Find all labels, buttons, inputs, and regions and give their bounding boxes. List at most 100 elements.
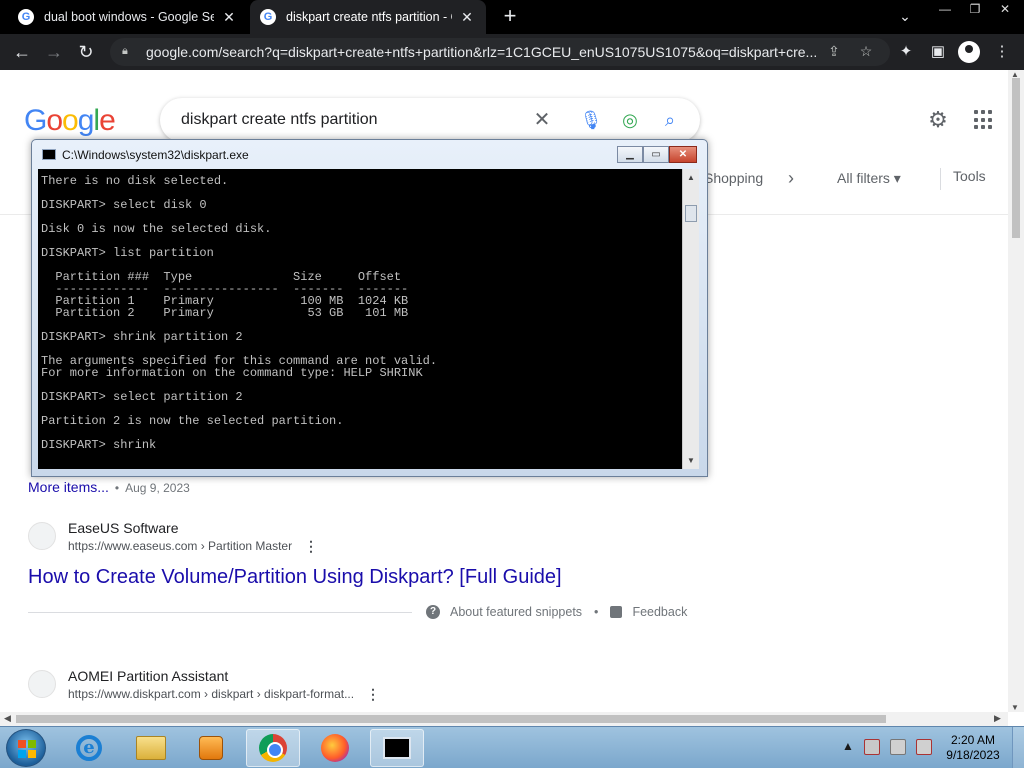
google-logo[interactable]: Google bbox=[24, 104, 116, 138]
action-center-flag-icon[interactable] bbox=[863, 739, 880, 755]
url-text[interactable]: google.com/search?q=diskpart+create+ntfs… bbox=[146, 44, 826, 60]
result-site-name[interactable]: EaseUS Software bbox=[68, 520, 179, 536]
taskbar-firefox[interactable] bbox=[308, 729, 362, 767]
taskbar-file-explorer[interactable] bbox=[124, 729, 178, 767]
show-desktop-button[interactable] bbox=[1012, 727, 1024, 768]
console-app-icon[interactable] bbox=[42, 149, 56, 160]
console-window-title: C:\Windows\system32\diskpart.exe bbox=[62, 148, 249, 162]
console-minimize-button[interactable]: ▁ bbox=[617, 146, 643, 163]
console-maximize-button[interactable]: ▭ bbox=[643, 146, 669, 163]
result-date: Aug 9, 2023 bbox=[125, 481, 190, 495]
page-vertical-scrollbar[interactable]: ▲ ▼ bbox=[1008, 70, 1024, 712]
easeus-site-icon[interactable] bbox=[28, 522, 56, 550]
console-close-button[interactable]: ✕ bbox=[669, 146, 697, 163]
clear-search-icon[interactable]: ✕ bbox=[530, 108, 554, 132]
google-apps-icon[interactable] bbox=[974, 110, 994, 130]
google-favicon-icon: G bbox=[260, 9, 276, 25]
lens-search-icon[interactable]: ◎ bbox=[618, 108, 642, 132]
featured-snippet-footer: ? About featured snippets • Feedback bbox=[426, 605, 687, 619]
media-player-icon bbox=[199, 736, 223, 760]
taskbar-internet-explorer[interactable]: e bbox=[62, 729, 116, 767]
taskbar-diskpart-console[interactable] bbox=[370, 729, 424, 767]
tab-title: dual boot windows - Google Sea bbox=[44, 10, 214, 24]
scrollbar-thumb[interactable] bbox=[16, 715, 886, 723]
all-filters-label: All filters bbox=[837, 170, 890, 186]
forward-button[interactable]: → bbox=[42, 40, 66, 64]
search-box[interactable]: diskpart create ntfs partition ✕ 🎙︎ ◎ ⌕ bbox=[160, 98, 700, 142]
tools-button[interactable]: Tools bbox=[940, 168, 986, 190]
more-items-row: More items... • Aug 9, 2023 bbox=[28, 479, 190, 495]
share-icon[interactable]: ⇪ bbox=[824, 43, 844, 61]
internet-explorer-icon: e bbox=[76, 735, 102, 761]
question-mark-icon: ? bbox=[426, 605, 440, 619]
new-tab-button[interactable]: + bbox=[498, 5, 522, 29]
restore-button[interactable]: ❐ bbox=[962, 0, 988, 18]
tab-strip: G dual boot windows - Google Sea ✕ G dis… bbox=[0, 0, 1024, 34]
chip-shopping[interactable]: Shopping bbox=[704, 170, 763, 186]
profile-avatar-icon[interactable] bbox=[958, 41, 980, 63]
scroll-down-arrow-icon[interactable]: ▼ bbox=[687, 456, 695, 465]
chevron-right-icon[interactable]: › bbox=[788, 168, 794, 189]
aomei-site-icon[interactable] bbox=[28, 670, 56, 698]
close-window-button[interactable]: ✕ bbox=[992, 0, 1018, 18]
search-icon[interactable]: ⌕ bbox=[658, 108, 682, 132]
start-button[interactable] bbox=[6, 729, 46, 767]
result-site-url[interactable]: https://www.diskpart.com › diskpart › di… bbox=[68, 687, 354, 701]
side-panel-icon[interactable]: ▣ bbox=[926, 40, 950, 64]
scroll-up-arrow-icon[interactable]: ▲ bbox=[687, 173, 695, 182]
scroll-left-arrow-icon[interactable]: ◀ bbox=[4, 713, 11, 724]
console-scrollbar[interactable]: ▲ ▼ bbox=[682, 169, 699, 469]
clock-date: 9/18/2023 bbox=[946, 748, 1000, 762]
page-horizontal-scrollbar[interactable]: ◀ ▶ bbox=[0, 712, 1008, 726]
separator-dot: • bbox=[114, 481, 120, 495]
show-hidden-icons-chevron-icon[interactable]: ▲ bbox=[842, 739, 854, 755]
scroll-right-arrow-icon[interactable]: ▶ bbox=[994, 713, 1001, 724]
result-options-kebab-icon[interactable]: ⋮ bbox=[366, 686, 380, 703]
extensions-puzzle-icon[interactable]: ✦ bbox=[894, 40, 918, 64]
tab-close-icon[interactable]: ✕ bbox=[220, 9, 238, 26]
search-filter-row: Shopping › All filters ▾ Tools bbox=[700, 168, 1000, 192]
menu-kebab-icon[interactable]: ⋮ bbox=[990, 40, 1014, 64]
lock-icon[interactable]: 🔒︎ bbox=[122, 45, 134, 59]
all-filters-button[interactable]: All filters ▾ bbox=[837, 170, 901, 187]
firefox-icon bbox=[321, 734, 349, 762]
tab-close-icon[interactable]: ✕ bbox=[458, 9, 476, 26]
more-items-link[interactable]: More items... bbox=[28, 479, 109, 495]
result-options-kebab-icon[interactable]: ⋮ bbox=[304, 538, 318, 555]
console-icon bbox=[383, 737, 411, 759]
scroll-down-arrow-icon[interactable]: ▼ bbox=[1011, 703, 1019, 712]
search-query[interactable]: diskpart create ntfs partition bbox=[181, 111, 378, 129]
minimize-button[interactable]: — bbox=[932, 0, 958, 18]
back-button[interactable]: ← bbox=[10, 40, 34, 64]
network-icon[interactable] bbox=[889, 739, 906, 755]
settings-gear-icon[interactable]: ⚙ bbox=[926, 108, 950, 132]
scrollbar-thumb[interactable] bbox=[1012, 78, 1020, 238]
window-controls: — ❐ ✕ bbox=[932, 0, 1018, 18]
tab-search-chevron-icon[interactable]: ⌄ bbox=[895, 8, 915, 28]
volume-muted-icon[interactable] bbox=[915, 739, 932, 755]
system-tray: ▲ bbox=[842, 739, 932, 755]
address-bar[interactable]: 🔒︎ google.com/search?q=diskpart+create+n… bbox=[110, 38, 890, 66]
taskbar-clock[interactable]: 2:20 AM 9/18/2023 bbox=[942, 733, 1004, 763]
windows-taskbar: e ▲ 2:20 AM 9/18/2023 bbox=[0, 726, 1024, 768]
diskpart-console-window[interactable]: C:\Windows\system32\diskpart.exe ▁ ▭ ✕ T… bbox=[31, 139, 708, 477]
scrollbar-thumb[interactable] bbox=[685, 205, 697, 222]
about-featured-snippets-link[interactable]: About featured snippets bbox=[450, 605, 582, 619]
chrome-icon bbox=[259, 734, 287, 762]
taskbar-media-player[interactable] bbox=[184, 729, 238, 767]
result-site-url[interactable]: https://www.easeus.com › Partition Maste… bbox=[68, 539, 292, 553]
reload-button[interactable]: ↻ bbox=[74, 40, 98, 64]
console-output-area[interactable]: There is no disk selected. DISKPART> sel… bbox=[38, 169, 682, 469]
bookmark-star-icon[interactable]: ☆ bbox=[856, 43, 876, 61]
result-title-link[interactable]: How to Create Volume/Partition Using Dis… bbox=[28, 566, 562, 589]
featured-snippet-divider bbox=[28, 612, 412, 613]
feedback-link[interactable]: Feedback bbox=[632, 605, 687, 619]
windows-logo-icon bbox=[18, 740, 36, 758]
voice-search-icon[interactable]: 🎙︎ bbox=[579, 108, 603, 132]
tab-title: diskpart create ntfs partition - Go bbox=[286, 10, 452, 24]
tab-diskpart[interactable]: G diskpart create ntfs partition - Go ✕ bbox=[250, 0, 486, 34]
console-text: There is no disk selected. DISKPART> sel… bbox=[41, 174, 438, 452]
tab-dual-boot[interactable]: G dual boot windows - Google Sea ✕ bbox=[8, 0, 248, 34]
taskbar-chrome[interactable] bbox=[246, 729, 300, 767]
result-site-name[interactable]: AOMEI Partition Assistant bbox=[68, 668, 228, 684]
